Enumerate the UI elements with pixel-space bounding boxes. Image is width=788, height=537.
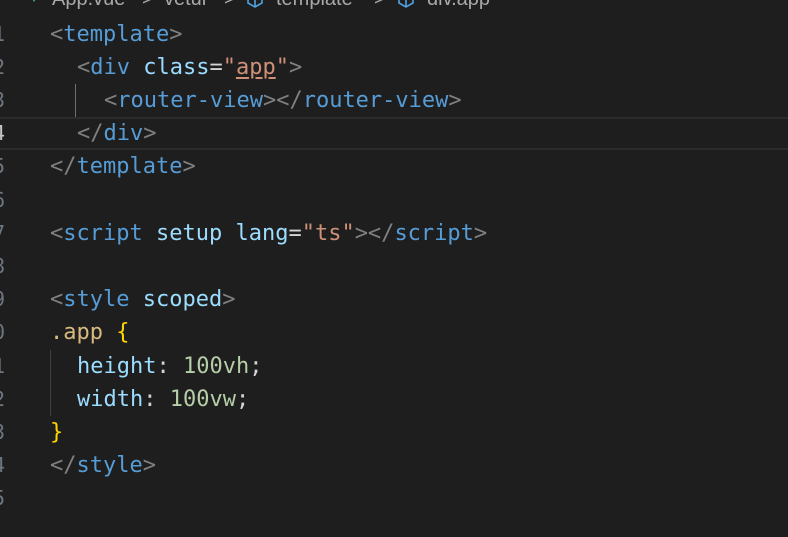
- breadcrumb-separator: >: [142, 0, 154, 11]
- tag-bracket: >: [222, 287, 236, 312]
- tag-name: div: [103, 121, 144, 146]
- code-line-current[interactable]: </div>: [0, 117, 788, 150]
- tag-name: router-view: [117, 88, 263, 113]
- tag-name: router-view: [302, 88, 449, 113]
- tag-bracket: <: [50, 22, 64, 47]
- code-line[interactable]: <style scoped>: [0, 283, 788, 316]
- css-semicolon: ;: [235, 387, 250, 412]
- tag-bracket: <: [50, 221, 64, 246]
- tag-name: div: [90, 55, 130, 80]
- code-line[interactable]: <router-view></router-view>: [0, 84, 788, 117]
- tag-name: style: [76, 453, 143, 478]
- tag-bracket: <: [77, 55, 91, 80]
- css-brace: }: [50, 420, 64, 445]
- css-colon: :: [143, 387, 157, 412]
- css-colon: :: [156, 354, 170, 379]
- code-line[interactable]: <div class="app">: [0, 51, 788, 84]
- breadcrumb-item-template[interactable]: template: [276, 0, 353, 11]
- tag-bracket: </: [50, 453, 77, 478]
- breadcrumb-item-element[interactable]: div.app: [427, 0, 490, 11]
- tag-bracket: </: [77, 121, 104, 146]
- tag-bracket: >: [142, 453, 156, 478]
- code-editor[interactable]: App.vue > vetur > template > div.app 1 2…: [0, 0, 788, 537]
- code-line[interactable]: </template>: [0, 150, 788, 183]
- attribute-name: lang: [235, 221, 289, 246]
- equals-sign: =: [288, 221, 302, 246]
- code-line[interactable]: width: 100vw;: [0, 383, 788, 416]
- tag-bracket: >: [288, 55, 303, 80]
- breadcrumb-item-file[interactable]: App.vue: [52, 0, 125, 11]
- css-brace: {: [116, 320, 130, 345]
- tag-name: template: [63, 22, 170, 47]
- string-quote: ": [222, 55, 236, 80]
- code-line[interactable]: <script setup lang="ts"></script>: [0, 217, 788, 250]
- tag-bracket: ></: [262, 88, 303, 113]
- css-selector: .app: [50, 320, 103, 345]
- code-line[interactable]: }: [0, 416, 788, 449]
- tag-bracket: <: [50, 287, 64, 312]
- tag-bracket: >: [169, 22, 183, 47]
- code-line[interactable]: height: 100vh;: [0, 350, 788, 383]
- cube-symbol-icon: [398, 0, 414, 8]
- tag-bracket: </: [50, 154, 77, 179]
- attribute-name: class: [143, 55, 210, 80]
- tag-bracket: <: [104, 88, 118, 113]
- tag-bracket: >: [182, 154, 196, 179]
- tag-name: template: [76, 154, 183, 179]
- tag-bracket: >: [448, 88, 462, 113]
- breadcrumb-separator: >: [224, 0, 236, 11]
- attribute-name: scoped: [142, 287, 223, 312]
- code-line[interactable]: <template>: [0, 18, 788, 51]
- code-line[interactable]: .app {: [0, 316, 788, 349]
- css-value: 100vh: [182, 354, 250, 379]
- css-semicolon: ;: [249, 354, 263, 379]
- tag-name: script: [394, 221, 474, 246]
- string-value: "ts": [301, 221, 355, 246]
- vue-file-icon: [28, 0, 40, 2]
- equals-sign: =: [209, 55, 223, 80]
- tag-bracket: >: [143, 121, 157, 146]
- cube-symbol-icon: [247, 0, 263, 8]
- tag-bracket: >: [473, 221, 488, 246]
- breadcrumb: App.vue > vetur > template > div.app: [0, 0, 788, 11]
- attribute-name: setup: [155, 221, 223, 246]
- css-property: height: [77, 354, 157, 379]
- code-line[interactable]: </style>: [0, 449, 788, 482]
- breadcrumb-item-folder[interactable]: vetur: [164, 0, 208, 11]
- breadcrumb-separator: >: [374, 0, 386, 11]
- string-quote: ": [275, 55, 289, 80]
- css-property: width: [77, 387, 144, 412]
- css-value: 100vw: [169, 387, 236, 412]
- tag-name: script: [63, 221, 143, 246]
- string-value: app: [235, 55, 276, 80]
- tag-name: style: [63, 287, 130, 312]
- tag-bracket: ></: [354, 221, 395, 246]
